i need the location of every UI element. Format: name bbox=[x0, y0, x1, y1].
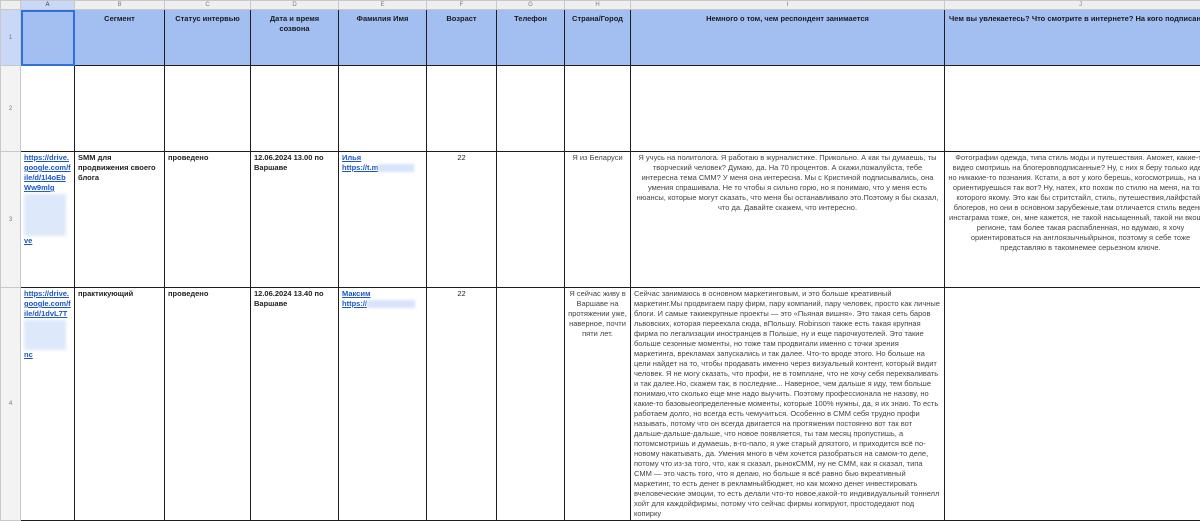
datetime-cell[interactable]: 12.06.2024 13.40 по Варшаве bbox=[251, 288, 339, 521]
recording-link[interactable]: https://drive.google.com/file/d/1dvL7T bbox=[24, 289, 71, 318]
recording-link-cell[interactable]: https://drive.google.com/file/d/1dvL7T n… bbox=[21, 288, 75, 521]
header-cell-hobbies[interactable]: Чем вы увлекаетесь? Что смотрите в интер… bbox=[945, 10, 1200, 66]
recording-link-tail[interactable]: nc bbox=[24, 350, 33, 359]
header-cell-segment[interactable]: Сегмент bbox=[75, 10, 165, 66]
sheet-grid: A B C D E F G H I J 1 Сегмент Статус инт… bbox=[0, 0, 1200, 521]
cell[interactable] bbox=[497, 66, 565, 152]
header-cell-name[interactable]: Фамилия Имя bbox=[339, 10, 427, 66]
row-number-4[interactable]: 4 bbox=[1, 288, 21, 521]
respondent-name-link[interactable]: Илья bbox=[342, 153, 361, 162]
column-letter-i[interactable]: I bbox=[631, 1, 945, 10]
cell[interactable] bbox=[631, 66, 945, 152]
cell[interactable] bbox=[251, 66, 339, 152]
spreadsheet: A B C D E F G H I J 1 Сегмент Статус инт… bbox=[0, 0, 1200, 502]
age-cell[interactable]: 22 bbox=[427, 288, 497, 521]
column-letter-e[interactable]: E bbox=[339, 1, 427, 10]
table-row: 4 https://drive.google.com/file/d/1dvL7T… bbox=[1, 288, 1200, 521]
redacted-block bbox=[24, 194, 66, 236]
phone-cell[interactable] bbox=[497, 152, 565, 288]
redacted-block bbox=[24, 320, 66, 350]
header-cell-link[interactable] bbox=[21, 10, 75, 66]
header-cell-datetime[interactable]: Дата и время созвона bbox=[251, 10, 339, 66]
respondent-contact-link[interactable]: https:// bbox=[342, 299, 367, 308]
about-cell[interactable]: Сейчас занимаюсь в основном маркетинговы… bbox=[631, 288, 945, 521]
age-cell[interactable]: 22 bbox=[427, 152, 497, 288]
cell[interactable] bbox=[339, 66, 427, 152]
redacted-contact bbox=[367, 300, 415, 308]
cell[interactable] bbox=[21, 66, 75, 152]
column-letters-row: A B C D E F G H I J bbox=[1, 1, 1200, 10]
status-cell[interactable]: проведено bbox=[165, 288, 251, 521]
table-row: 3 https://drive.google.com/file/d/1l4oEb… bbox=[1, 152, 1200, 288]
hobbies-cell[interactable]: Фотографии одежда, типа стиль моды и пут… bbox=[945, 152, 1200, 288]
header-cell-about[interactable]: Немного о том, чем респондент занимается bbox=[631, 10, 945, 66]
hobbies-cell[interactable] bbox=[945, 288, 1200, 521]
respondent-contact-link[interactable]: https://t.m bbox=[342, 163, 378, 172]
cell[interactable] bbox=[75, 66, 165, 152]
header-cell-age[interactable]: Возраст bbox=[427, 10, 497, 66]
recording-link[interactable]: https://drive.google.com/file/d/1l4oEb W… bbox=[24, 153, 71, 192]
redacted-contact bbox=[378, 164, 414, 172]
column-letter-j[interactable]: J bbox=[945, 1, 1200, 10]
name-cell[interactable]: Максим https:// bbox=[339, 288, 427, 521]
cell[interactable] bbox=[427, 66, 497, 152]
segment-cell[interactable]: практикующий bbox=[75, 288, 165, 521]
cell[interactable] bbox=[565, 66, 631, 152]
column-letter-a[interactable]: A bbox=[21, 1, 75, 10]
empty-row: 2 bbox=[1, 66, 1200, 152]
header-cell-country[interactable]: Страна/Город bbox=[565, 10, 631, 66]
column-letter-g[interactable]: G bbox=[497, 1, 565, 10]
cell[interactable] bbox=[945, 66, 1200, 152]
segment-cell[interactable]: SMM для продвижения своего блога bbox=[75, 152, 165, 288]
datetime-cell[interactable]: 12.06.2024 13.00 по Варшаве bbox=[251, 152, 339, 288]
column-letter-c[interactable]: C bbox=[165, 1, 251, 10]
about-cell[interactable]: Я учусь на политолога. Я работаю в журна… bbox=[631, 152, 945, 288]
column-letter-h[interactable]: H bbox=[565, 1, 631, 10]
country-cell[interactable]: Я из Беларуси bbox=[565, 152, 631, 288]
select-all-corner[interactable] bbox=[1, 1, 21, 10]
column-letter-f[interactable]: F bbox=[427, 1, 497, 10]
respondent-name-link[interactable]: Максим bbox=[342, 289, 371, 298]
row-number-1[interactable]: 1 bbox=[1, 10, 21, 66]
header-cell-phone[interactable]: Телефон bbox=[497, 10, 565, 66]
name-cell[interactable]: Илья https://t.m bbox=[339, 152, 427, 288]
column-letter-b[interactable]: B bbox=[75, 1, 165, 10]
cell[interactable] bbox=[165, 66, 251, 152]
country-cell[interactable]: Я сейчас живу в Варшаве на протяжении уж… bbox=[565, 288, 631, 521]
row-number-2[interactable]: 2 bbox=[1, 66, 21, 152]
phone-cell[interactable] bbox=[497, 288, 565, 521]
header-cell-status[interactable]: Статус интервью bbox=[165, 10, 251, 66]
recording-link-cell[interactable]: https://drive.google.com/file/d/1l4oEb W… bbox=[21, 152, 75, 288]
recording-link-tail[interactable]: ve bbox=[24, 236, 32, 245]
column-letter-d[interactable]: D bbox=[251, 1, 339, 10]
header-row: 1 Сегмент Статус интервью Дата и время с… bbox=[1, 10, 1200, 66]
row-number-3[interactable]: 3 bbox=[1, 152, 21, 288]
status-cell[interactable]: проведено bbox=[165, 152, 251, 288]
